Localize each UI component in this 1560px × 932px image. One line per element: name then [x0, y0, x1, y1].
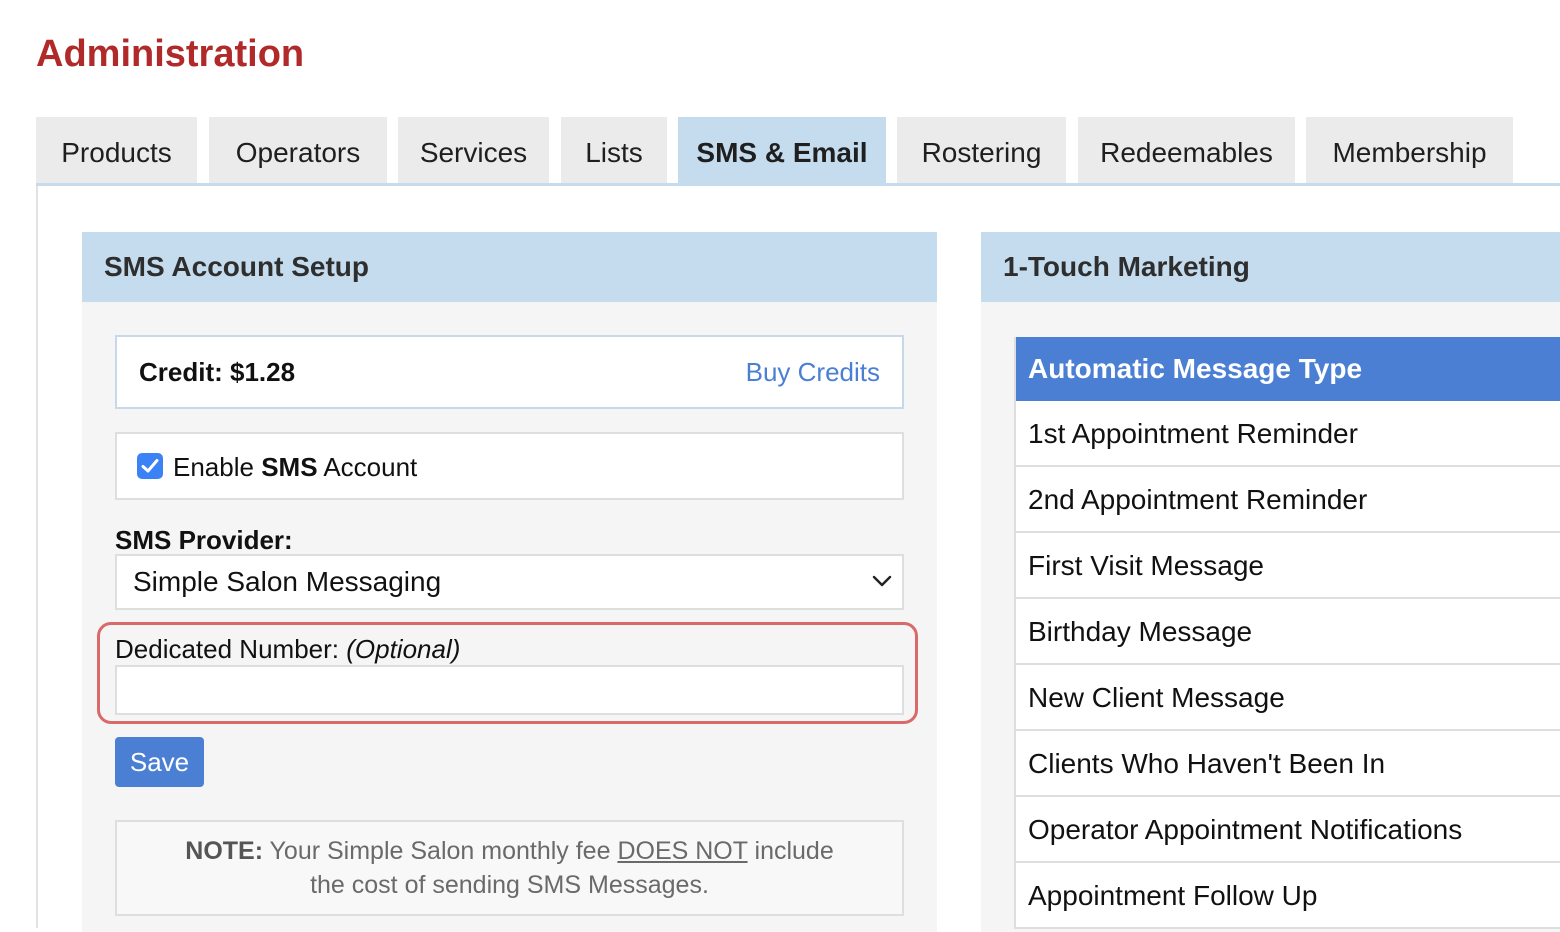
note-bold: NOTE:: [185, 837, 264, 865]
sms-provider-value: Simple Salon Messaging: [133, 566, 442, 597]
message-type-header: Automatic Message Type: [1016, 337, 1560, 401]
credit-box: Credit: $1.28 Buy Credits: [115, 335, 904, 409]
tab-membership[interactable]: Membership: [1306, 117, 1513, 183]
tab-operators[interactable]: Operators: [209, 117, 387, 183]
dedicated-number-optional: (Optional): [346, 634, 461, 664]
message-type-row[interactable]: 2nd Appointment Reminder: [1016, 467, 1560, 533]
page-title: Administration: [36, 33, 305, 75]
tab-rostering[interactable]: Rostering: [897, 117, 1066, 183]
note-text-1: Your Simple Salon monthly fee: [263, 837, 618, 865]
dedicated-number-input[interactable]: [115, 665, 904, 715]
enable-sms-checkbox[interactable]: [137, 453, 163, 479]
note-text-3: the cost of sending SMS Messages.: [310, 871, 709, 899]
tab-products[interactable]: Products: [36, 117, 197, 183]
enable-sms-box[interactable]: Enable SMS Account: [115, 432, 904, 500]
sms-provider-select[interactable]: Simple Salon Messaging: [115, 554, 904, 610]
message-type-row[interactable]: Clients Who Haven't Been In: [1016, 731, 1560, 797]
message-type-row[interactable]: Appointment Follow Up: [1016, 863, 1560, 929]
tab-underline: [36, 183, 1560, 186]
sms-provider-label: SMS Provider:: [115, 525, 293, 555]
chevron-down-icon: [872, 575, 892, 587]
enable-sms-label-bold: SMS: [261, 452, 318, 482]
message-type-table: Automatic Message Type 1st Appointment R…: [1014, 337, 1560, 929]
buy-credits-link[interactable]: Buy Credits: [746, 337, 880, 407]
sms-setup-header: SMS Account Setup: [82, 232, 937, 302]
tab-services[interactable]: Services: [398, 117, 549, 183]
dedicated-number-label: Dedicated Number: (Optional): [115, 631, 460, 667]
tab-sms-email[interactable]: SMS & Email: [678, 117, 886, 183]
sms-setup-panel: SMS Account Setup Credit: $1.28 Buy Cred…: [82, 232, 937, 932]
tab-lists[interactable]: Lists: [561, 117, 667, 183]
sms-fee-note: NOTE: Your Simple Salon monthly fee DOES…: [115, 820, 904, 916]
check-icon: [141, 459, 159, 473]
marketing-panel: 1-Touch Marketing Automatic Message Type…: [981, 232, 1560, 932]
message-type-row[interactable]: Operator Appointment Notifications: [1016, 797, 1560, 863]
marketing-header: 1-Touch Marketing: [981, 232, 1560, 302]
tab-redeemables[interactable]: Redeemables: [1078, 117, 1295, 183]
enable-sms-label-suffix: Account: [317, 452, 418, 482]
dedicated-number-label-text: Dedicated Number:: [115, 634, 347, 664]
content-border: [36, 186, 38, 928]
enable-sms-label-prefix: Enable: [173, 452, 262, 482]
message-type-row[interactable]: 1st Appointment Reminder: [1016, 401, 1560, 467]
note-underline: DOES NOT: [617, 837, 748, 865]
message-type-row[interactable]: New Client Message: [1016, 665, 1560, 731]
message-type-row[interactable]: Birthday Message: [1016, 599, 1560, 665]
credit-balance: Credit: $1.28: [139, 357, 296, 387]
save-button[interactable]: Save: [115, 737, 204, 787]
message-type-row[interactable]: First Visit Message: [1016, 533, 1560, 599]
enable-sms-label: Enable SMS Account: [173, 434, 417, 500]
note-text-2: include: [747, 837, 834, 865]
